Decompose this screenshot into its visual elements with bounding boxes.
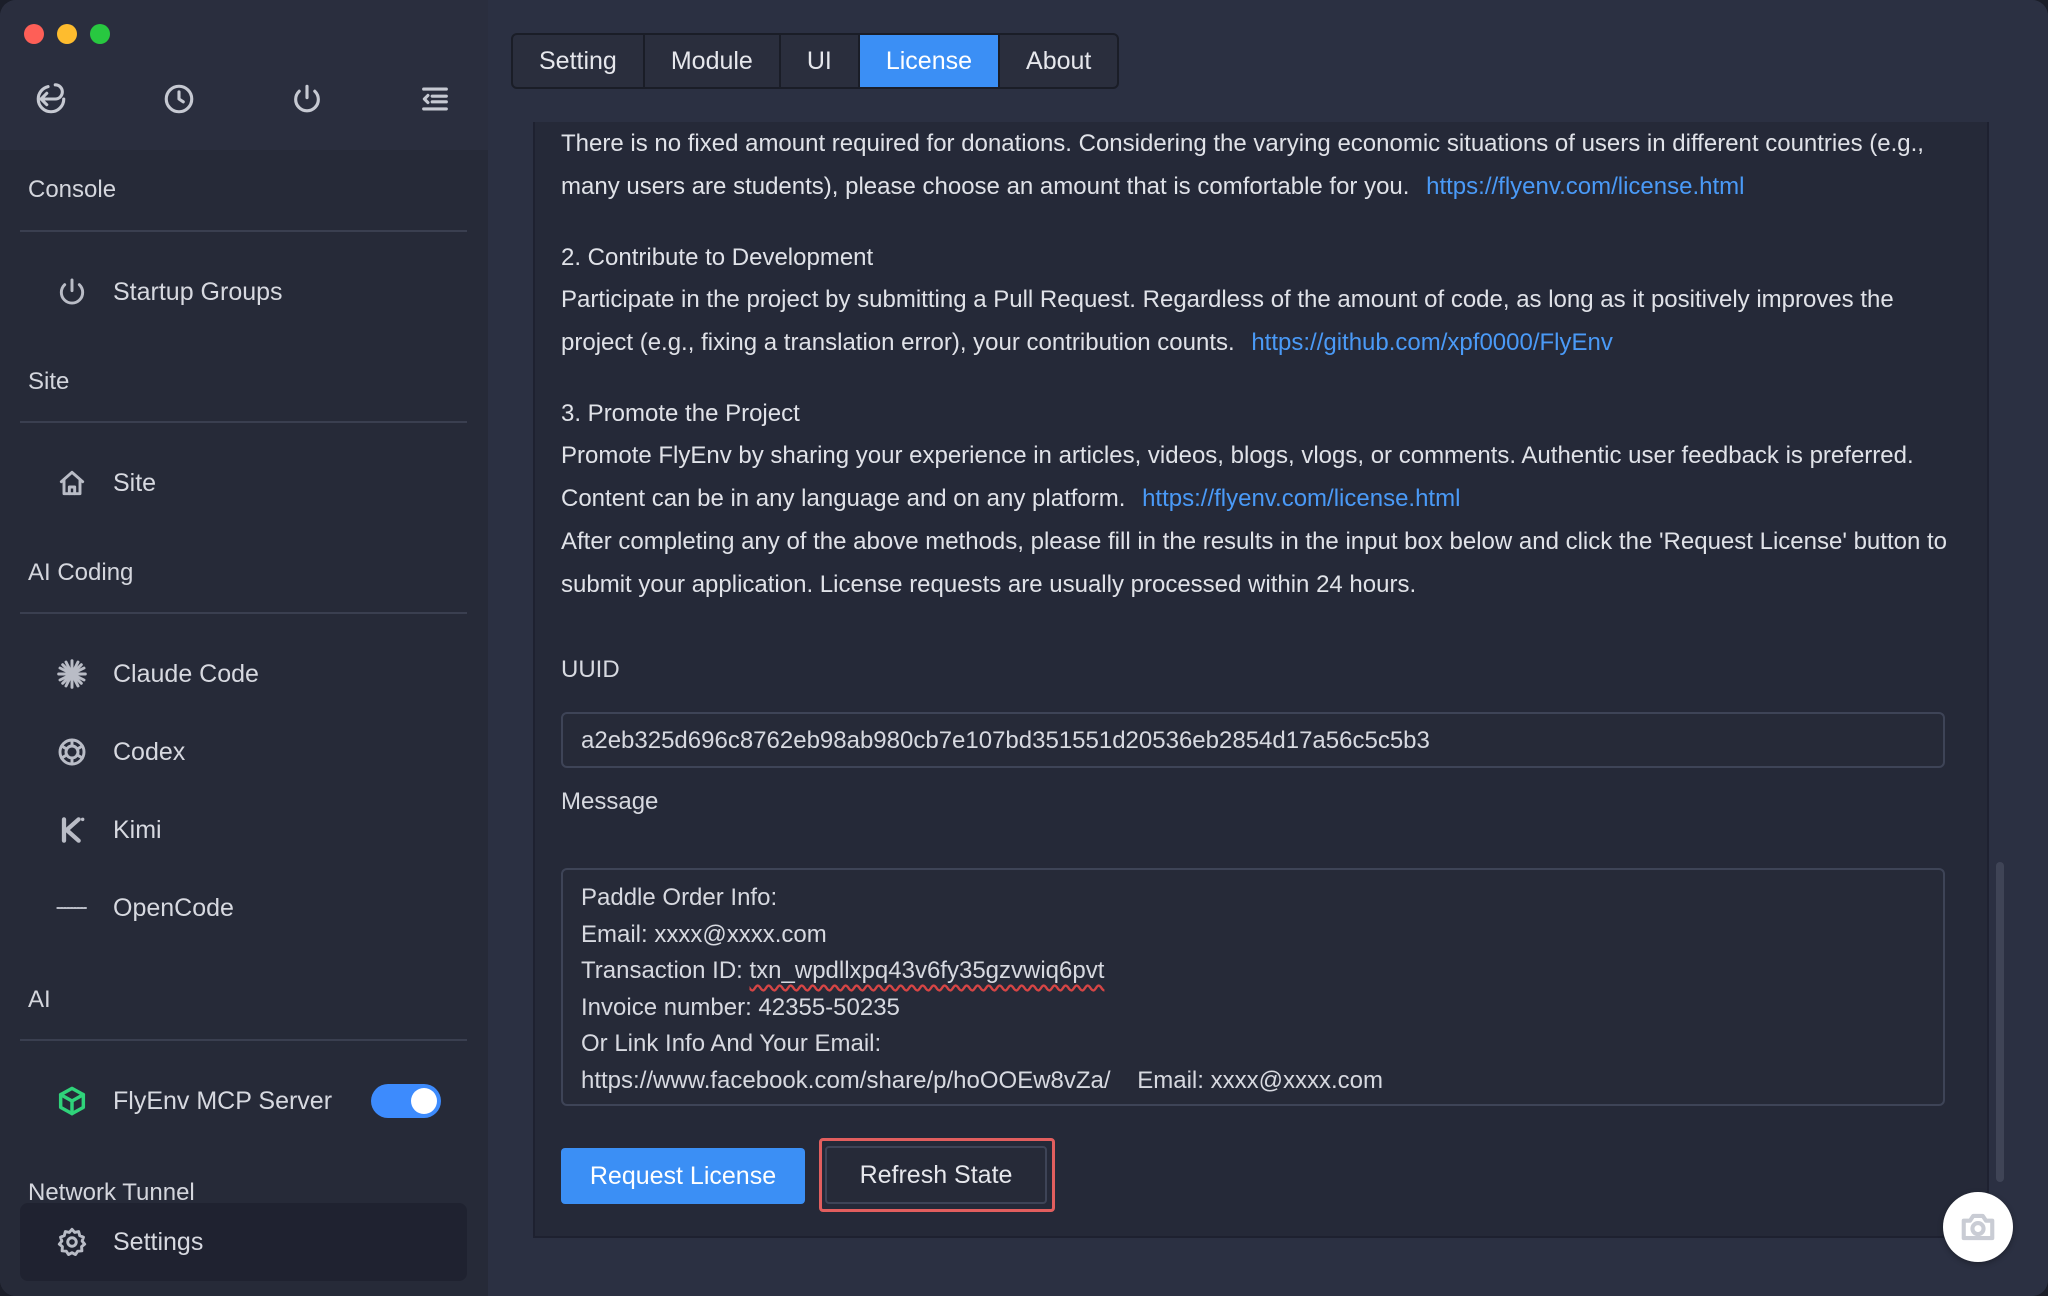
instructions-paragraph: After completing any of the above method…	[561, 528, 1947, 598]
message-textarea[interactable]: Paddle Order Info: Email: xxxx@xxxx.com …	[561, 868, 1945, 1106]
sidebar-item-opencode[interactable]: OpenCode	[20, 876, 467, 940]
opencode-icon	[52, 888, 92, 928]
kimi-icon	[52, 810, 92, 850]
message-line: https://www.facebook.com/share/p/hoOOEw8…	[581, 1066, 1383, 1094]
power-icon[interactable]	[286, 78, 328, 120]
settings-tabs: Setting Module UI License About	[511, 33, 1120, 89]
sidebar-item-label: Startup Groups	[113, 277, 283, 306]
message-line: Or Link Info And Your Email:	[581, 1030, 882, 1057]
divider	[20, 1039, 467, 1041]
app-window: Console Startup Groups Site Site AI Codi…	[0, 0, 2048, 1296]
github-link[interactable]: https://github.com/xpf0000/FlyEnv	[1251, 329, 1613, 356]
openai-icon	[52, 732, 92, 772]
message-line-prefix: Transaction ID:	[581, 957, 750, 984]
home-icon	[52, 463, 92, 503]
cube-icon	[52, 1081, 92, 1121]
contribute-text: Participate in the project by submitting…	[561, 286, 1894, 356]
refresh-state-button[interactable]: Refresh State	[825, 1146, 1047, 1204]
message-line: Invoice number: 42355-50235	[581, 993, 900, 1021]
tab-license[interactable]: License	[859, 35, 1001, 87]
promote-heading: 3. Promote the Project	[561, 400, 800, 427]
sidebar-item-flyenv-mcp-server[interactable]: FlyEnv MCP Server	[20, 1069, 467, 1133]
divider	[20, 421, 467, 423]
sidebar-item-label: Site	[113, 468, 157, 497]
section-title-console: Console	[28, 176, 117, 203]
sidebar-item-label: Settings	[113, 1227, 204, 1256]
tab-module[interactable]: Module	[645, 35, 781, 87]
donation-paragraph: There is no fixed amount required for do…	[561, 122, 1971, 208]
zoom-window-button[interactable]	[90, 24, 110, 44]
back-icon[interactable]	[30, 78, 72, 120]
gear-icon	[52, 1222, 92, 1262]
section-title-site: Site	[28, 368, 70, 395]
toggle-knob	[411, 1088, 437, 1114]
camera-icon	[1961, 1213, 1995, 1241]
main-content: Setting Module UI License About There is…	[488, 0, 2048, 1296]
minimize-window-button[interactable]	[57, 24, 77, 44]
license-link[interactable]: https://flyenv.com/license.html	[1426, 173, 1744, 200]
claude-sparkle-icon	[52, 654, 92, 694]
sidebar-item-label: OpenCode	[113, 893, 234, 922]
menu-collapse-icon[interactable]	[414, 78, 456, 120]
sidebar-item-codex[interactable]: Codex	[20, 720, 467, 784]
message-line: Paddle Order Info:	[581, 884, 778, 911]
sidebar-item-settings[interactable]: Settings	[20, 1203, 467, 1281]
power-icon	[52, 272, 92, 312]
mcp-server-toggle[interactable]	[371, 1084, 441, 1118]
message-label: Message	[561, 788, 659, 815]
sidebar-item-label: Claude Code	[113, 659, 259, 688]
message-line: Transaction ID: txn_wpdllxpq43v6fy35gzvw…	[581, 953, 1925, 990]
sidebar-toolbar	[0, 78, 488, 120]
license-panel[interactable]: There is no fixed amount required for do…	[533, 122, 1989, 1238]
divider	[20, 612, 467, 614]
sidebar-item-label: Codex	[113, 737, 186, 766]
sidebar: Console Startup Groups Site Site AI Codi…	[0, 0, 488, 1296]
message-line: Email: xxxx@xxxx.com	[581, 920, 827, 948]
sidebar-nav[interactable]: Console Startup Groups Site Site AI Codi…	[0, 150, 488, 1296]
sidebar-item-claude-code[interactable]: Claude Code	[20, 642, 467, 706]
uuid-label: UUID	[561, 656, 620, 683]
scrollbar[interactable]	[1996, 862, 2004, 1182]
sidebar-item-label: FlyEnv MCP Server	[113, 1086, 333, 1115]
clock-icon[interactable]	[158, 78, 200, 120]
request-license-button[interactable]: Request License	[561, 1148, 805, 1204]
close-window-button[interactable]	[24, 24, 44, 44]
sidebar-item-startup-groups[interactable]: Startup Groups	[20, 260, 467, 324]
window-controls	[24, 24, 110, 44]
sidebar-item-label: Kimi	[113, 815, 162, 844]
tab-about[interactable]: About	[1000, 35, 1117, 87]
tab-setting[interactable]: Setting	[513, 35, 645, 87]
sidebar-item-site[interactable]: Site	[20, 451, 467, 515]
license-link[interactable]: https://flyenv.com/license.html	[1142, 485, 1460, 512]
divider	[20, 230, 467, 232]
section-title-ai-coding: AI Coding	[28, 559, 134, 586]
promote-paragraph: Promote FlyEnv by sharing your experienc…	[561, 434, 1971, 520]
contribute-heading: 2. Contribute to Development	[561, 244, 874, 271]
sidebar-item-kimi[interactable]: Kimi	[20, 798, 467, 862]
uuid-field[interactable]: a2eb325d696c8762eb98ab980cb7e107bd351551…	[561, 712, 1945, 768]
tab-ui[interactable]: UI	[781, 35, 860, 87]
transaction-id: txn_wpdllxpq43v6fy35gzvwiq6pvt	[749, 957, 1105, 984]
section-title-ai: AI	[28, 986, 51, 1013]
contribute-paragraph: Participate in the project by submitting…	[561, 278, 1971, 364]
screenshot-button[interactable]	[1943, 1192, 2013, 1262]
